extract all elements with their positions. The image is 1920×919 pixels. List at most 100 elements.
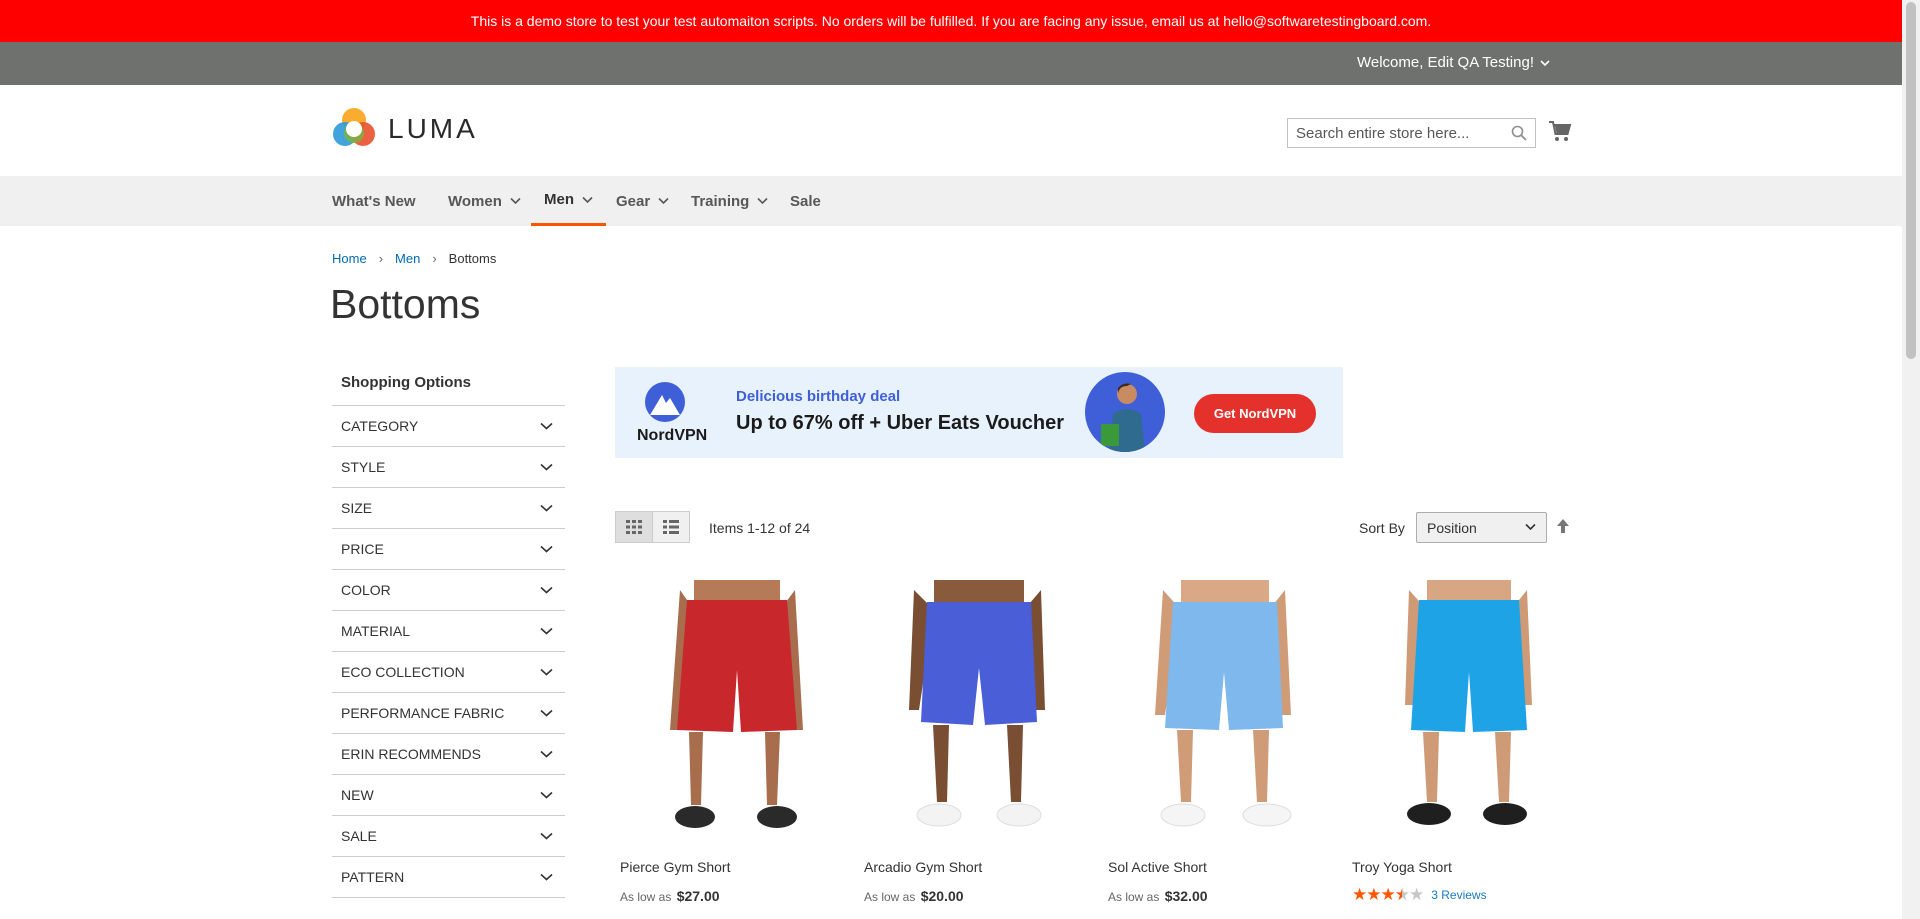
product-name[interactable]: Sol Active Short [1108, 859, 1207, 875]
nav-item-whats-new[interactable]: What's New [332, 176, 416, 226]
get-nordvpn-button[interactable]: Get NordVPN [1194, 394, 1316, 433]
sort-direction-arrow-icon[interactable] [1556, 518, 1570, 534]
filter-new[interactable]: NEW [332, 775, 565, 816]
nav-item-men[interactable]: Men [531, 176, 606, 226]
filter-label: STYLE [341, 459, 386, 475]
shopping-options-title: Shopping Options [332, 366, 565, 406]
chevron-down-icon [540, 750, 553, 758]
product-item[interactable]: Sol Active Short As low as $32.00 [1103, 580, 1343, 904]
filter-price[interactable]: PRICE [332, 529, 565, 570]
sort-by-label: Sort By [1359, 520, 1405, 536]
filter-size[interactable]: SIZE [332, 488, 565, 529]
demo-banner-text: This is a demo store to test your test a… [470, 13, 1432, 29]
nav-item-gear[interactable]: Gear [616, 176, 669, 226]
filter-color[interactable]: COLOR [332, 570, 565, 611]
search-box [1287, 118, 1536, 148]
chevron-down-icon [510, 197, 521, 205]
chevron-down-icon [540, 668, 553, 676]
sort-by-select[interactable]: Position [1416, 512, 1547, 543]
chevron-down-icon [540, 873, 553, 881]
filter-material[interactable]: MATERIAL [332, 611, 565, 652]
filter-label: MATERIAL [341, 623, 410, 639]
product-image[interactable] [1347, 580, 1587, 850]
price-label: As low as [864, 890, 916, 904]
nav-item-label: Training [691, 192, 750, 210]
filter-label: ERIN RECOMMENDS [341, 746, 482, 762]
price-label: As low as [1108, 890, 1160, 904]
filter-pattern[interactable]: PATTERN [332, 857, 565, 898]
product-name[interactable]: Pierce Gym Short [620, 859, 730, 875]
toolbar-amount: Items 1-12 of 24 [709, 520, 811, 536]
chevron-down-icon [540, 504, 553, 512]
product-image[interactable] [1103, 580, 1343, 850]
filter-style[interactable]: STYLE [332, 447, 565, 488]
product-item[interactable]: Pierce Gym Short As low as $27.00 [615, 580, 855, 904]
search-input[interactable] [1288, 119, 1506, 147]
product-image[interactable] [615, 580, 855, 850]
welcome-menu[interactable]: Welcome, Edit QA Testing! [1357, 54, 1550, 71]
scrollbar-thumb[interactable] [1906, 2, 1916, 359]
price-label: As low as [620, 890, 672, 904]
filter-label: COLOR [341, 582, 391, 598]
product-price: As low as $32.00 [1108, 888, 1208, 904]
chevron-right-icon: › [378, 251, 384, 266]
chevron-down-icon [540, 545, 553, 553]
list-icon [663, 520, 679, 534]
filter-label: CATEGORY [341, 418, 419, 434]
product-item[interactable]: Arcadio Gym Short As low as $20.00 [859, 580, 1099, 904]
chevron-down-icon [757, 197, 768, 205]
chevron-down-icon [540, 832, 553, 840]
filter-label: PATTERN [341, 869, 405, 885]
filter-eco-collection[interactable]: ECO COLLECTION [332, 652, 565, 693]
price-value: $32.00 [1164, 888, 1208, 904]
page-scrollbar[interactable] [1902, 0, 1920, 919]
chevron-down-icon [1540, 59, 1550, 66]
price-value: $27.00 [676, 888, 720, 904]
product-price: As low as $20.00 [864, 888, 964, 904]
nav-item-sale[interactable]: Sale [790, 176, 821, 226]
product-price: As low as $27.00 [620, 888, 720, 904]
filter-performance-fabric[interactable]: PERFORMANCE FABRIC [332, 693, 565, 734]
sort-by-value: Position [1427, 519, 1477, 536]
chevron-down-icon [540, 586, 553, 594]
filter-sale[interactable]: SALE [332, 816, 565, 857]
chevron-down-icon [540, 709, 553, 717]
chevron-down-icon [658, 197, 669, 205]
chevron-down-icon [582, 196, 593, 203]
cart-icon[interactable] [1548, 119, 1572, 143]
search-icon[interactable] [1511, 125, 1527, 141]
filter-label: SIZE [341, 500, 373, 516]
rating-stars: ★★★★★ [1352, 885, 1424, 904]
grid-view-button[interactable] [615, 511, 653, 543]
nav-item-training[interactable]: Training [691, 176, 768, 226]
product-image[interactable] [859, 580, 1099, 850]
demo-store-banner: This is a demo store to test your test a… [0, 0, 1902, 42]
filter-category[interactable]: CATEGORY [332, 406, 565, 447]
nav-item-label: Men [544, 191, 574, 208]
chevron-down-icon [540, 422, 553, 430]
top-bar: Welcome, Edit QA Testing! [0, 42, 1902, 85]
breadcrumb-men[interactable]: Men [395, 251, 420, 266]
main-navigation: What's New Women Men Gear Training Sale [0, 176, 1902, 226]
filter-erin-recommends[interactable]: ERIN RECOMMENDS [332, 734, 565, 775]
nordvpn-ad-banner[interactable]: NordVPN Delicious birthday deal Up to 67… [615, 367, 1343, 458]
chevron-down-icon [540, 463, 553, 471]
grid-icon [626, 520, 642, 534]
product-name[interactable]: Arcadio Gym Short [864, 859, 982, 875]
luma-logo[interactable]: LUMA [332, 107, 478, 151]
chevron-down-icon [540, 791, 553, 799]
logo-text: LUMA [388, 113, 478, 144]
list-view-button[interactable] [652, 511, 690, 543]
ad-person-image [1085, 372, 1165, 452]
breadcrumb-current: Bottoms [448, 251, 497, 266]
reviews-link[interactable]: 3 Reviews [1431, 888, 1486, 902]
product-item[interactable]: Troy Yoga Short ★★★★★ 3 Reviews [1347, 580, 1587, 904]
sidebar-filters: Shopping Options CATEGORY STYLE SIZE PRI… [332, 366, 565, 898]
nav-item-women[interactable]: Women [448, 176, 521, 226]
filter-label: NEW [341, 787, 374, 803]
breadcrumb-home[interactable]: Home [332, 251, 367, 266]
product-name[interactable]: Troy Yoga Short [1352, 859, 1452, 875]
filter-label: PERFORMANCE FABRIC [341, 705, 505, 721]
nav-item-label: Sale [790, 192, 821, 210]
ad-headline: Up to 67% off + Uber Eats Voucher [736, 412, 1065, 434]
